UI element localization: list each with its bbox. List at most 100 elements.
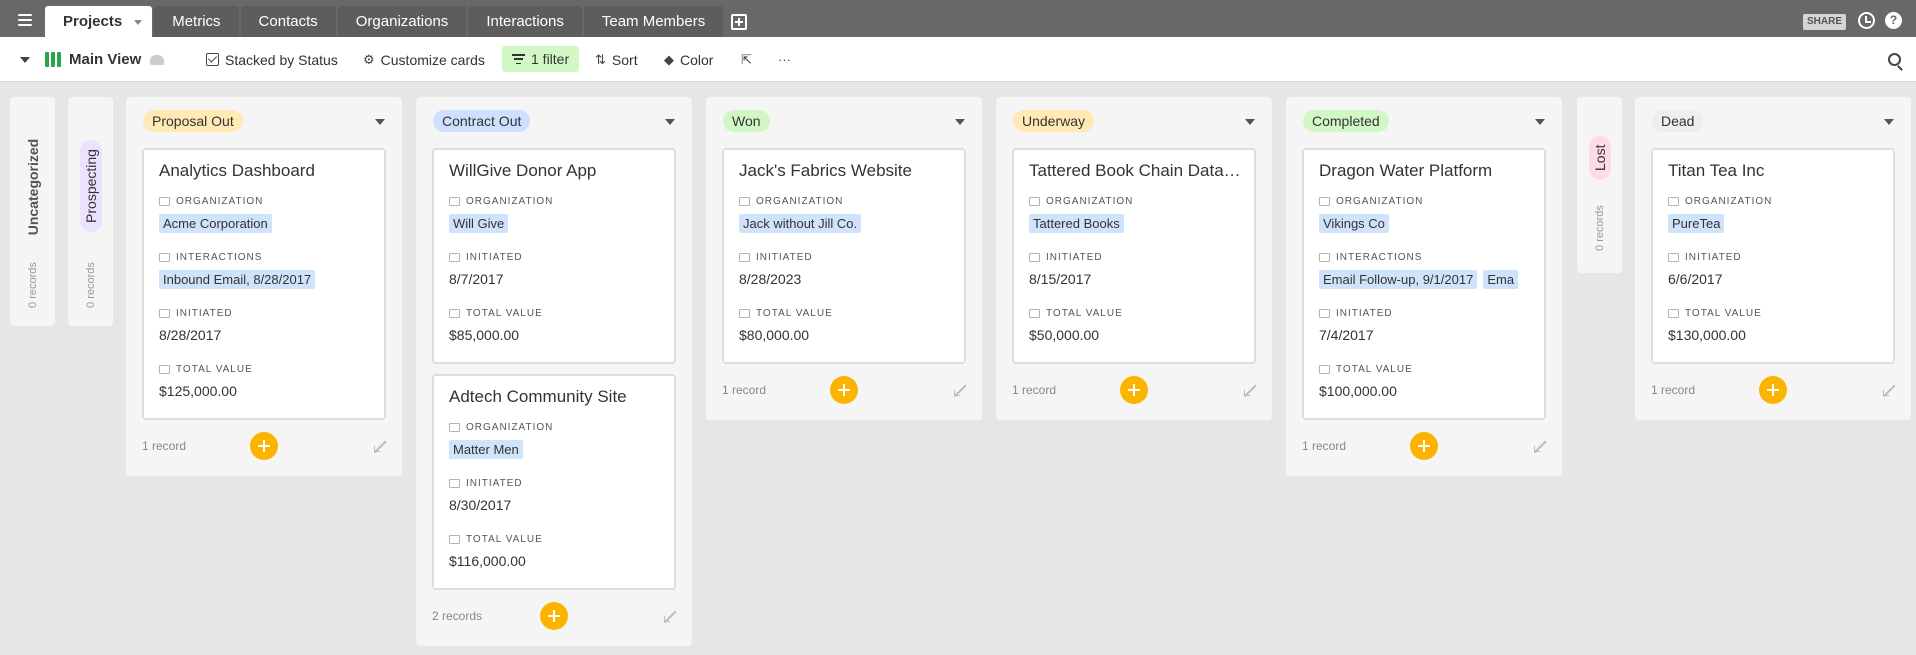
- organization-links: Matter Men: [449, 440, 666, 459]
- search-button[interactable]: [1888, 37, 1901, 82]
- tab-organizations[interactable]: Organizations: [337, 6, 467, 37]
- card-title: Analytics Dashboard: [159, 161, 315, 180]
- tab-contacts[interactable]: Contacts: [240, 6, 336, 37]
- add-record-button[interactable]: [250, 432, 278, 460]
- customize-cards-label: Customize cards: [380, 51, 485, 68]
- record-card[interactable]: Titan Tea Inc ORGANIZATION PureTea INITIATE…: [1651, 148, 1895, 364]
- stack-footer: 2 records: [432, 602, 676, 632]
- status-pill: Underway: [1013, 110, 1095, 132]
- linked-record-chip[interactable]: Email Follow-up, 9/1/2017: [1319, 270, 1478, 289]
- initiated-value: 8/30/2017: [449, 497, 512, 513]
- interactions-links: Email Follow-up, 9/1/2017 Ema: [1319, 270, 1536, 289]
- view-switcher-toggle[interactable]: [20, 37, 30, 82]
- customize-cards-button[interactable]: ⚙ Customize cards: [363, 37, 485, 82]
- stack-column: Proposal Out Analytics Dashboard ORGANIZAT…: [126, 97, 402, 476]
- field-label-text: ORGANIZATION: [756, 196, 844, 207]
- linked-record-chip[interactable]: Vikings Co: [1319, 214, 1389, 233]
- stacked-by-button[interactable]: Stacked by Status: [206, 37, 338, 82]
- currency-icon: [449, 309, 460, 318]
- linked-record-chip[interactable]: Acme Corporation: [159, 214, 272, 233]
- add-record-button[interactable]: [1759, 376, 1787, 404]
- record-card[interactable]: Adtech Community Site ORGANIZATION Matter …: [432, 374, 676, 590]
- view-selector[interactable]: Main View: [45, 37, 165, 82]
- stack-uncategorized-collapsed[interactable]: Uncategorized 0 records: [10, 97, 55, 326]
- field-label-text: ORGANIZATION: [466, 422, 554, 433]
- collapse-stack-icon[interactable]: [662, 610, 676, 624]
- initiated-value: 8/15/2017: [1029, 271, 1092, 287]
- tab-metrics[interactable]: Metrics: [154, 6, 239, 37]
- linked-record-chip[interactable]: Will Give: [449, 214, 509, 233]
- tab-team-members[interactable]: Team Members: [583, 6, 724, 37]
- record-count: 2 records: [432, 609, 483, 623]
- linked-record-chip[interactable]: Inbound Email, 8/28/2017: [159, 270, 316, 289]
- initiated-value: 8/7/2017: [449, 271, 504, 287]
- field-label: TOTAL VALUE: [739, 308, 833, 319]
- table-tabs: Projects Metrics Contacts Organizations …: [45, 6, 748, 37]
- field-label-text: INTERACTIONS: [176, 252, 263, 263]
- stack-lost-collapsed[interactable]: Lost 0 records: [1577, 97, 1622, 273]
- field-label-text: TOTAL VALUE: [756, 308, 833, 319]
- link-field-icon: [449, 423, 460, 432]
- currency-icon: [1029, 309, 1040, 318]
- stack-menu-chevron-icon[interactable]: [955, 119, 965, 125]
- linked-record-chip[interactable]: Matter Men: [449, 440, 523, 459]
- stack-menu-chevron-icon[interactable]: [375, 119, 385, 125]
- share-view-button[interactable]: ⇱: [741, 37, 758, 82]
- filter-button[interactable]: 1 filter: [502, 46, 580, 72]
- total-value-value: $85,000.00: [449, 327, 520, 343]
- field-label-text: ORGANIZATION: [176, 196, 264, 207]
- calendar-icon: [739, 253, 750, 262]
- color-button[interactable]: ◆ Color: [664, 37, 713, 82]
- add-record-button[interactable]: [1410, 432, 1438, 460]
- tab-projects[interactable]: Projects: [45, 6, 153, 37]
- record-card[interactable]: Jack's Fabrics Website ORGANIZATION Jack w…: [722, 148, 966, 364]
- add-record-button[interactable]: [1120, 376, 1148, 404]
- top-bar: Projects Metrics Contacts Organizations …: [0, 0, 1916, 37]
- menu-icon[interactable]: [14, 11, 36, 29]
- stack-menu-chevron-icon[interactable]: [665, 119, 675, 125]
- currency-icon: [739, 309, 750, 318]
- field-label-text: TOTAL VALUE: [1336, 364, 1413, 375]
- add-record-button[interactable]: [540, 602, 568, 630]
- linked-record-chip[interactable]: Tattered Books: [1029, 214, 1124, 233]
- field-label-text: TOTAL VALUE: [466, 308, 543, 319]
- more-options-button[interactable]: ···: [778, 37, 797, 82]
- total-value-value: $125,000.00: [159, 383, 237, 399]
- sort-button[interactable]: ⇅ Sort: [595, 37, 638, 82]
- stack-column: Dead Titan Tea Inc ORGANIZATION PureTea INIT…: [1635, 97, 1911, 420]
- collapse-stack-icon[interactable]: [1881, 384, 1895, 398]
- field-label: INITIATED: [1029, 252, 1103, 263]
- record-card[interactable]: Tattered Book Chain Database ORGANIZATION…: [1012, 148, 1256, 364]
- collapse-stack-icon[interactable]: [952, 384, 966, 398]
- view-name: Main View: [69, 51, 142, 68]
- share-button[interactable]: SHARE: [1803, 14, 1847, 30]
- add-record-button[interactable]: [830, 376, 858, 404]
- collapse-stack-icon[interactable]: [1532, 440, 1546, 454]
- collapse-stack-icon[interactable]: [1242, 384, 1256, 398]
- stack-prospecting-collapsed[interactable]: Prospecting 0 records: [68, 97, 113, 326]
- search-icon: [1888, 53, 1901, 66]
- organization-links: PureTea: [1668, 214, 1885, 233]
- help-icon[interactable]: ?: [1885, 12, 1902, 29]
- record-card[interactable]: WillGive Donor App ORGANIZATION Will Give I…: [432, 148, 676, 364]
- record-card[interactable]: Analytics Dashboard ORGANIZATION Acme Corp…: [142, 148, 386, 420]
- add-table-icon[interactable]: [731, 14, 748, 30]
- stack-header: Completed: [1303, 110, 1389, 132]
- record-card[interactable]: Dragon Water Platform ORGANIZATION Vikings…: [1302, 148, 1546, 420]
- currency-icon: [1668, 309, 1679, 318]
- field-label-text: TOTAL VALUE: [176, 364, 253, 375]
- stack-footer: 1 record: [722, 376, 966, 406]
- linked-record-chip[interactable]: Ema: [1483, 270, 1519, 289]
- stack-menu-chevron-icon[interactable]: [1245, 119, 1255, 125]
- tab-interactions[interactable]: Interactions: [468, 6, 582, 37]
- history-icon[interactable]: [1858, 12, 1875, 29]
- currency-icon: [449, 535, 460, 544]
- stack-menu-chevron-icon[interactable]: [1884, 119, 1894, 125]
- stack-column: Completed Dragon Water Platform ORGANIZATI…: [1286, 97, 1562, 476]
- collapse-stack-icon[interactable]: [372, 440, 386, 454]
- linked-record-chip[interactable]: PureTea: [1668, 214, 1725, 233]
- total-value-value: $80,000.00: [739, 327, 810, 343]
- linked-record-chip[interactable]: Jack without Jill Co.: [739, 214, 862, 233]
- currency-icon: [159, 365, 170, 374]
- stack-menu-chevron-icon[interactable]: [1535, 119, 1545, 125]
